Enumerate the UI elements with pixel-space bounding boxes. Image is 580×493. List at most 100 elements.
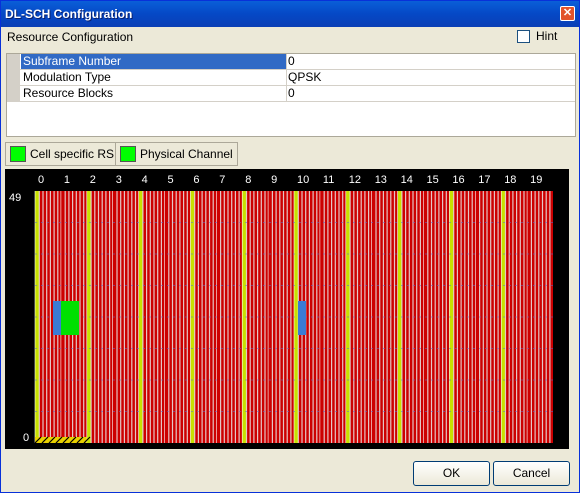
- symbol-stripe: [482, 191, 484, 443]
- symbol-stripe: [271, 191, 273, 443]
- symbol-stripe: [368, 191, 370, 443]
- property-name[interactable]: Modulation Type: [21, 70, 287, 85]
- legend-swatch: [120, 146, 136, 162]
- column-label: 16: [452, 174, 464, 186]
- close-icon[interactable]: ✕: [560, 6, 575, 21]
- row-gutter: [7, 70, 20, 85]
- symbol-stripe: [183, 191, 185, 443]
- column-label: 8: [245, 174, 251, 186]
- symbol-stripe: [349, 191, 351, 443]
- symbol-stripe: [530, 191, 532, 443]
- column-label: 12: [349, 174, 361, 186]
- symbol-stripe: [223, 191, 225, 443]
- symbol-stripe: [175, 191, 177, 443]
- symbol-stripe: [393, 191, 396, 443]
- property-row-resource-blocks[interactable]: Resource Blocks 0: [7, 86, 575, 102]
- symbol-stripe: [97, 191, 100, 443]
- symbol-stripe: [375, 191, 377, 443]
- symbol-stripe: [512, 191, 514, 443]
- symbol-stripe: [249, 191, 251, 443]
- symbol-stripe: [427, 191, 429, 443]
- symbol-stripe: [157, 191, 159, 443]
- symbol-stripe: [453, 191, 455, 443]
- symbol-stripe: [331, 191, 333, 443]
- symbol-stripe: [338, 191, 340, 443]
- y-axis-min-label: 0: [23, 432, 29, 444]
- dlsch-config-window: DL-SCH Configuration ✕ Resource Configur…: [0, 0, 580, 493]
- legend-label: Cell specific RS: [30, 147, 115, 161]
- cancel-button[interactable]: Cancel: [493, 461, 570, 486]
- column-label: 2: [90, 174, 96, 186]
- property-row-modulation[interactable]: Modulation Type QPSK: [7, 70, 575, 86]
- symbol-stripe: [405, 191, 407, 443]
- symbol-stripe: [541, 191, 544, 443]
- symbol-stripe: [279, 191, 281, 443]
- symbol-stripe: [327, 191, 329, 443]
- column-label: 7: [219, 174, 225, 186]
- symbol-stripe: [416, 191, 418, 443]
- symbol-stripe: [153, 191, 155, 443]
- column-label: 3: [116, 174, 122, 186]
- legend-label: Physical Channel: [140, 147, 233, 161]
- row-gutter: [7, 86, 20, 101]
- resource-grid-plot[interactable]: 0 1 2 3 4 5 6 7 8 9 10 11 12 13 14 15 16 17 18 19 49 0: [5, 169, 569, 449]
- symbol-stripe: [290, 191, 292, 443]
- resource-grid-svg: 0 1 2 3 4 5 6 7 8 9 10 11 12 13 14 15 16 17 18 19490: [9, 174, 553, 444]
- column-label: 0: [38, 174, 44, 186]
- property-value[interactable]: 0: [288, 54, 295, 69]
- symbol-stripe: [171, 191, 174, 443]
- checkbox-icon[interactable]: [517, 29, 530, 43]
- symbol-stripe: [212, 191, 214, 443]
- symbol-stripe: [504, 191, 507, 443]
- symbol-stripe: [464, 191, 466, 443]
- symbol-stripe: [260, 191, 262, 443]
- property-name[interactable]: Subframe Number: [21, 54, 287, 69]
- property-name[interactable]: Resource Blocks: [21, 86, 287, 101]
- symbol-stripe: [123, 191, 125, 443]
- ok-button[interactable]: OK: [413, 461, 490, 486]
- symbol-stripe: [523, 191, 525, 443]
- symbol-stripe: [434, 191, 436, 443]
- column-label: 1: [64, 174, 70, 186]
- symbol-stripe: [471, 191, 473, 443]
- title-bar[interactable]: DL-SCH Configuration ✕: [1, 1, 579, 27]
- hint-checkbox[interactable]: Hint: [517, 29, 557, 43]
- symbol-stripe: [205, 191, 207, 443]
- column-label: 4: [142, 174, 148, 186]
- column-label: 5: [168, 174, 174, 186]
- property-grid: Subframe Number 0 Modulation Type QPSK R…: [6, 53, 576, 137]
- column-label: 14: [401, 174, 413, 186]
- column-label: 18: [504, 174, 516, 186]
- symbol-stripe: [519, 191, 521, 443]
- column-label: 9: [271, 174, 277, 186]
- legend-swatch: [10, 146, 26, 162]
- symbol-stripe: [134, 191, 137, 443]
- symbol-stripe: [127, 191, 129, 443]
- physical-channel-block: [298, 301, 306, 335]
- property-value[interactable]: QPSK: [288, 70, 321, 85]
- symbol-stripe: [201, 191, 203, 443]
- symbol-stripe: [356, 191, 359, 443]
- symbol-stripe: [379, 191, 381, 443]
- column-label: 11: [323, 174, 334, 186]
- symbol-stripe: [116, 191, 118, 443]
- symbol-stripe: [194, 191, 196, 443]
- symbol-stripe: [445, 191, 447, 443]
- property-value[interactable]: 0: [288, 86, 295, 101]
- resource-configuration-label: Resource Configuration: [7, 30, 134, 44]
- hint-label: Hint: [536, 29, 558, 43]
- column-label: 10: [297, 174, 309, 186]
- symbol-stripe: [386, 191, 388, 443]
- property-row-subframe[interactable]: Subframe Number 0: [7, 54, 575, 70]
- y-axis-max-label: 49: [9, 192, 21, 204]
- column-label: 15: [427, 174, 439, 186]
- symbol-stripe: [146, 191, 148, 443]
- symbol-stripe: [109, 191, 111, 443]
- cell-rs-block: [61, 301, 79, 335]
- control-region: [138, 191, 143, 443]
- column-label: 13: [375, 174, 387, 186]
- symbol-stripe: [231, 191, 233, 443]
- column-label: 19: [530, 174, 542, 186]
- symbol-stripe: [549, 191, 551, 443]
- column-label: 6: [193, 174, 199, 186]
